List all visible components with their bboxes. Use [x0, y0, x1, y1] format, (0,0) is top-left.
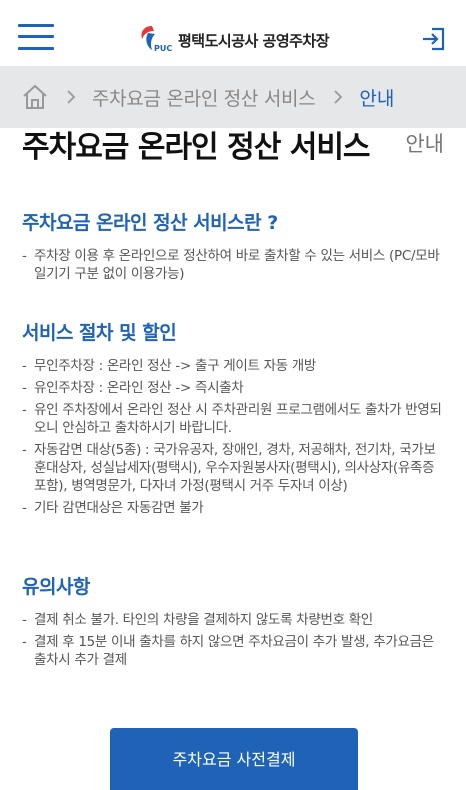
- list-item: 기타 감면대상은 자동감면 불가: [22, 499, 442, 517]
- breadcrumb: 주차요금 온라인 정산 서비스 안내: [0, 66, 466, 128]
- home-icon[interactable]: [22, 84, 48, 110]
- logo-text: 평택도시공사 공영주차장: [178, 31, 330, 50]
- section-heading: 주차요금 온라인 정산 서비스란 ?: [22, 212, 278, 234]
- login-icon[interactable]: [420, 26, 446, 52]
- section-procedure: 서비스 절차 및 할인 무인주차장 : 온라인 정산 -> 출구 게이트 자동 …: [22, 318, 442, 521]
- breadcrumb-item[interactable]: 주차요금 온라인 정산 서비스: [92, 84, 316, 111]
- hamburger-menu-icon[interactable]: [18, 22, 54, 52]
- header: PUC 평택도시공사 공영주차장: [0, 0, 466, 66]
- chevron-right-icon: [334, 90, 343, 104]
- section-about: 주차요금 온라인 정산 서비스란 ? 주차장 이용 후 온라인으로 정산하여 바…: [22, 208, 442, 287]
- list-item: 유인 주차장에서 온라인 정산 시 주차관리원 프로그램에서도 출차가 반영되오…: [22, 401, 442, 437]
- section-notice: 유의사항 결제 취소 불가. 타인의 차량을 결제하지 않도록 차량번호 확인 …: [22, 572, 442, 673]
- list-item: 주차장 이용 후 온라인으로 정산하여 바로 출차할 수 있는 서비스 (PC/…: [22, 247, 442, 283]
- section-heading: 유의사항: [22, 576, 90, 598]
- breadcrumb-current: 안내: [359, 87, 395, 110]
- prepay-button[interactable]: 주차요금 사전결제: [110, 728, 358, 790]
- menu-line: [18, 24, 54, 27]
- list-item: 결제 취소 불가. 타인의 차량을 결제하지 않도록 차량번호 확인: [22, 611, 442, 629]
- chevron-right-icon: [67, 90, 76, 104]
- list-item: 무인주차장 : 온라인 정산 -> 출구 게이트 자동 개방: [22, 357, 442, 375]
- logo-mark-text: PUC: [154, 44, 172, 53]
- page-title: 주차요금 온라인 정산 서비스: [22, 130, 371, 165]
- section-list: 결제 취소 불가. 타인의 차량을 결제하지 않도록 차량번호 확인 결제 후 …: [22, 611, 442, 669]
- logo-mark-icon: PUC: [141, 26, 172, 53]
- menu-line: [18, 35, 54, 38]
- list-item: 자동감면 대상(5종) : 국가유공자, 장애인, 경차, 저공해차, 전기차,…: [22, 441, 442, 495]
- menu-line: [18, 47, 54, 50]
- section-list: 무인주차장 : 온라인 정산 -> 출구 게이트 자동 개방 유인주차장 : 온…: [22, 357, 442, 517]
- section-list: 주차장 이용 후 온라인으로 정산하여 바로 출차할 수 있는 서비스 (PC/…: [22, 247, 442, 283]
- page-subtitle: 안내: [405, 132, 444, 156]
- list-item: 결제 후 15분 이내 출차를 하지 않으면 주차요금이 추가 발생, 추가요금…: [22, 633, 442, 669]
- list-item: 유인주차장 : 온라인 정산 -> 즉시출차: [22, 379, 442, 397]
- logo[interactable]: PUC 평택도시공사 공영주차장: [138, 24, 330, 56]
- section-heading: 서비스 절차 및 할인: [22, 322, 177, 344]
